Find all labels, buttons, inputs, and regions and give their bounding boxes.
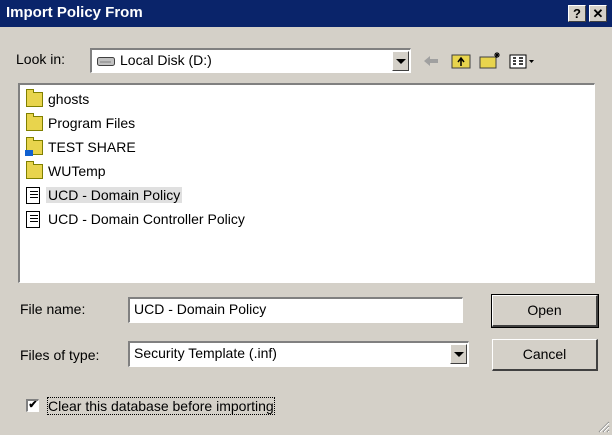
- folder-icon: [26, 161, 43, 179]
- file-list[interactable]: ghosts Program Files TEST SHARE WUTemp U…: [18, 83, 595, 283]
- look-in-combo[interactable]: Local Disk (D:): [90, 48, 411, 73]
- close-button[interactable]: ✕: [589, 5, 607, 22]
- look-in-value: Local Disk (D:): [120, 52, 212, 68]
- file-type-value: Security Template (.inf): [134, 345, 277, 361]
- window-title: Import Policy From: [6, 4, 143, 21]
- folder-icon: [26, 113, 43, 131]
- clear-database-checkbox[interactable]: ✔: [26, 399, 39, 412]
- cancel-button[interactable]: Cancel: [492, 339, 598, 371]
- title-bar: Import Policy From ? ✕: [0, 0, 612, 27]
- open-button[interactable]: Open: [491, 294, 599, 328]
- file-name-value: UCD - Domain Policy: [134, 301, 267, 317]
- file-type-label: Files of type:: [20, 347, 100, 363]
- file-name-field[interactable]: UCD - Domain Policy: [128, 297, 463, 323]
- help-button[interactable]: ?: [568, 5, 586, 22]
- back-arrow-icon[interactable]: [420, 50, 442, 72]
- file-type-combo[interactable]: Security Template (.inf): [128, 341, 469, 367]
- view-menu-icon[interactable]: [508, 50, 536, 72]
- look-in-label: Look in:: [16, 51, 66, 67]
- folder-icon: [26, 89, 43, 107]
- file-type-dropdown-arrow[interactable]: [450, 344, 467, 364]
- shared-folder-icon: [25, 137, 43, 156]
- look-in-dropdown-arrow[interactable]: [392, 51, 409, 71]
- disk-drive-icon: [97, 57, 115, 66]
- clear-database-label[interactable]: Clear this database before importing: [47, 397, 275, 415]
- up-folder-icon[interactable]: [450, 50, 472, 72]
- resize-grip-icon[interactable]: [598, 421, 610, 433]
- file-name-label: File name:: [20, 301, 86, 317]
- new-folder-icon[interactable]: [478, 50, 502, 72]
- template-file-icon: [26, 187, 40, 204]
- template-file-icon: [26, 211, 40, 228]
